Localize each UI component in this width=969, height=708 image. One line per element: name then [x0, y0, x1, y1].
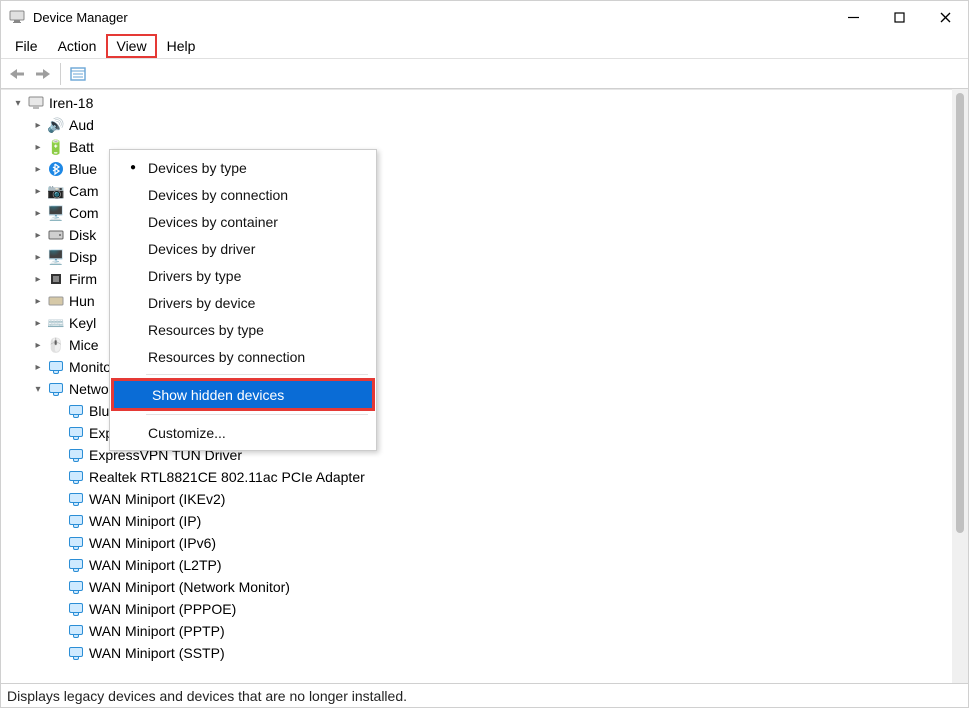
tree-item-network[interactable]: WAN Miniport (L2TP): [5, 554, 952, 576]
tree-item-network[interactable]: WAN Miniport (IPv6): [5, 532, 952, 554]
expand-icon[interactable]: ▸: [31, 294, 45, 308]
tree-root-label: Iren-18: [49, 95, 93, 111]
tree-root[interactable]: ▾ Iren-18: [5, 92, 952, 114]
view-menu-dropdown: ●Devices by type Devices by connection D…: [109, 149, 377, 451]
display-icon: 🖥️: [47, 248, 65, 266]
adapter-icon: [67, 578, 85, 596]
maximize-button[interactable]: [876, 1, 922, 33]
statusbar: Displays legacy devices and devices that…: [1, 683, 968, 707]
adapter-icon: [67, 512, 85, 530]
adapter-icon: [67, 534, 85, 552]
view-drivers-by-type[interactable]: Drivers by type: [110, 262, 376, 289]
view-show-hidden-devices[interactable]: Show hidden devices: [114, 381, 372, 408]
expand-icon[interactable]: ▸: [31, 228, 45, 242]
menu-file[interactable]: File: [5, 34, 48, 58]
disk-icon: [47, 226, 65, 244]
tree-category[interactable]: ▸🔊Aud: [5, 114, 952, 136]
collapse-icon[interactable]: ▾: [11, 96, 25, 110]
view-devices-by-driver[interactable]: Devices by driver: [110, 235, 376, 262]
menu-help[interactable]: Help: [157, 34, 206, 58]
hid-icon: [47, 292, 65, 310]
menu-action[interactable]: Action: [48, 34, 107, 58]
view-devices-by-type[interactable]: ●Devices by type: [110, 154, 376, 181]
expand-icon[interactable]: ▸: [31, 118, 45, 132]
adapter-icon: [67, 622, 85, 640]
battery-icon: 🔋: [47, 138, 65, 156]
expand-icon[interactable]: ▸: [31, 250, 45, 264]
mouse-icon: 🖱️: [47, 336, 65, 354]
menu-separator: [146, 374, 368, 375]
menu-view[interactable]: View: [106, 34, 156, 58]
network-icon: [47, 380, 65, 398]
expand-icon[interactable]: ▸: [31, 140, 45, 154]
tree-item-network[interactable]: WAN Miniport (IP): [5, 510, 952, 532]
collapse-icon[interactable]: ▾: [31, 382, 45, 396]
menu-separator: [146, 414, 368, 415]
tree-item-network[interactable]: Realtek RTL8821CE 802.11ac PCIe Adapter: [5, 466, 952, 488]
highlight-box: Show hidden devices: [111, 378, 375, 411]
adapter-icon: [67, 402, 85, 420]
tree-item-network[interactable]: WAN Miniport (IKEv2): [5, 488, 952, 510]
adapter-icon: [67, 446, 85, 464]
monitor-icon: [47, 358, 65, 376]
toolbar-separator: [60, 63, 61, 85]
expand-icon[interactable]: ▸: [31, 272, 45, 286]
expand-icon[interactable]: ▸: [31, 162, 45, 176]
adapter-icon: [67, 556, 85, 574]
expand-icon[interactable]: ▸: [31, 206, 45, 220]
window-title: Device Manager: [33, 10, 128, 25]
adapter-icon: [67, 490, 85, 508]
view-customize[interactable]: Customize...: [110, 419, 376, 446]
adapter-icon: [67, 644, 85, 662]
close-button[interactable]: [922, 1, 968, 33]
body-area: ▾ Iren-18 ▸🔊Aud ▸🔋Batt ▸Blue ▸📷Cam ▸🖥️Co…: [1, 89, 968, 683]
statusbar-text: Displays legacy devices and devices that…: [7, 688, 407, 704]
view-devices-by-container[interactable]: Devices by container: [110, 208, 376, 235]
back-button[interactable]: [5, 62, 29, 86]
expand-icon[interactable]: ▸: [31, 184, 45, 198]
radio-dot-icon: ●: [120, 162, 146, 173]
window-buttons: [830, 1, 968, 33]
expand-icon[interactable]: ▸: [31, 338, 45, 352]
adapter-icon: [67, 468, 85, 486]
audio-icon: 🔊: [47, 116, 65, 134]
device-manager-window: Device Manager File Action View Help ▾ I…: [0, 0, 969, 708]
bluetooth-icon: [47, 160, 65, 178]
tree-item-network[interactable]: WAN Miniport (SSTP): [5, 642, 952, 664]
tree-item-network[interactable]: WAN Miniport (PPTP): [5, 620, 952, 642]
computer-icon: [27, 94, 45, 112]
adapter-icon: [67, 600, 85, 618]
minimize-button[interactable]: [830, 1, 876, 33]
expand-icon[interactable]: ▸: [31, 360, 45, 374]
keyboard-icon: ⌨️: [47, 314, 65, 332]
view-resources-by-type[interactable]: Resources by type: [110, 316, 376, 343]
view-drivers-by-device[interactable]: Drivers by device: [110, 289, 376, 316]
vertical-scrollbar[interactable]: [952, 89, 968, 683]
view-devices-by-connection[interactable]: Devices by connection: [110, 181, 376, 208]
forward-button[interactable]: [31, 62, 55, 86]
app-icon: [9, 9, 25, 25]
scrollbar-thumb[interactable]: [956, 93, 964, 533]
menubar: File Action View Help: [1, 33, 968, 59]
titlebar: Device Manager: [1, 1, 968, 33]
camera-icon: 📷: [47, 182, 65, 200]
toolbar: [1, 59, 968, 89]
view-resources-by-connection[interactable]: Resources by connection: [110, 343, 376, 370]
expand-icon[interactable]: ▸: [31, 316, 45, 330]
adapter-icon: [67, 424, 85, 442]
properties-button[interactable]: [66, 62, 90, 86]
computer-icon: 🖥️: [47, 204, 65, 222]
firmware-icon: [47, 270, 65, 288]
tree-item-network[interactable]: WAN Miniport (PPPOE): [5, 598, 952, 620]
tree-item-network[interactable]: WAN Miniport (Network Monitor): [5, 576, 952, 598]
